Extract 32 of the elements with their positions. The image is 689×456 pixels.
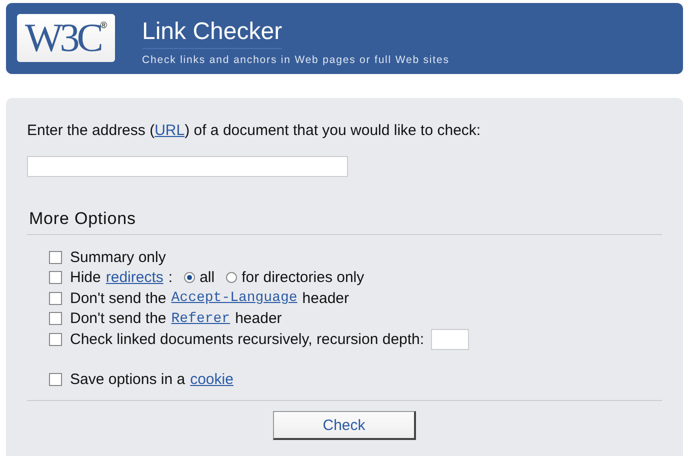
option-label: Don't send the bbox=[70, 290, 166, 307]
logo: W3C$^{®}$ bbox=[17, 14, 115, 62]
checkbox[interactable] bbox=[49, 373, 62, 386]
checkbox[interactable] bbox=[49, 332, 62, 346]
checkbox[interactable] bbox=[49, 312, 62, 326]
option-label: Check linked documents recursively, recursion depth: bbox=[70, 330, 424, 348]
page-title: Link Checker bbox=[142, 17, 282, 49]
option-link[interactable]: redirects bbox=[106, 269, 164, 286]
radio-button[interactable] bbox=[226, 272, 237, 284]
url-link[interactable]: URL bbox=[154, 122, 185, 139]
address-prompt: Enter the address (URL) of a document that you would like to check: bbox=[27, 122, 482, 139]
depth-field[interactable] bbox=[431, 328, 470, 350]
check-button[interactable]: Check bbox=[273, 411, 416, 440]
radio-label: for directories only bbox=[242, 269, 364, 286]
option-label: Hide bbox=[70, 269, 101, 286]
option-label: header bbox=[235, 310, 282, 328]
option-label: Summary only bbox=[70, 248, 166, 266]
option-label: : bbox=[168, 269, 173, 286]
option-link[interactable]: cookie bbox=[190, 371, 234, 388]
page-subtitle: Check links and anchors in Web pages or full Web sites bbox=[142, 54, 450, 66]
radio-label: all bbox=[200, 269, 215, 286]
more-options-heading: More Options bbox=[27, 209, 662, 235]
option-label: Don't send the bbox=[70, 310, 166, 328]
option-label: header bbox=[302, 290, 350, 307]
checkbox[interactable] bbox=[49, 250, 62, 264]
checkbox[interactable] bbox=[49, 271, 62, 284]
url-field[interactable] bbox=[27, 156, 348, 177]
checkbox[interactable] bbox=[49, 292, 62, 305]
radio-button[interactable] bbox=[184, 272, 195, 284]
option-label: Save options in a bbox=[70, 371, 186, 388]
header-name-link[interactable]: Accept-Language bbox=[171, 290, 298, 306]
header-name-link[interactable]: Referer bbox=[171, 310, 230, 327]
